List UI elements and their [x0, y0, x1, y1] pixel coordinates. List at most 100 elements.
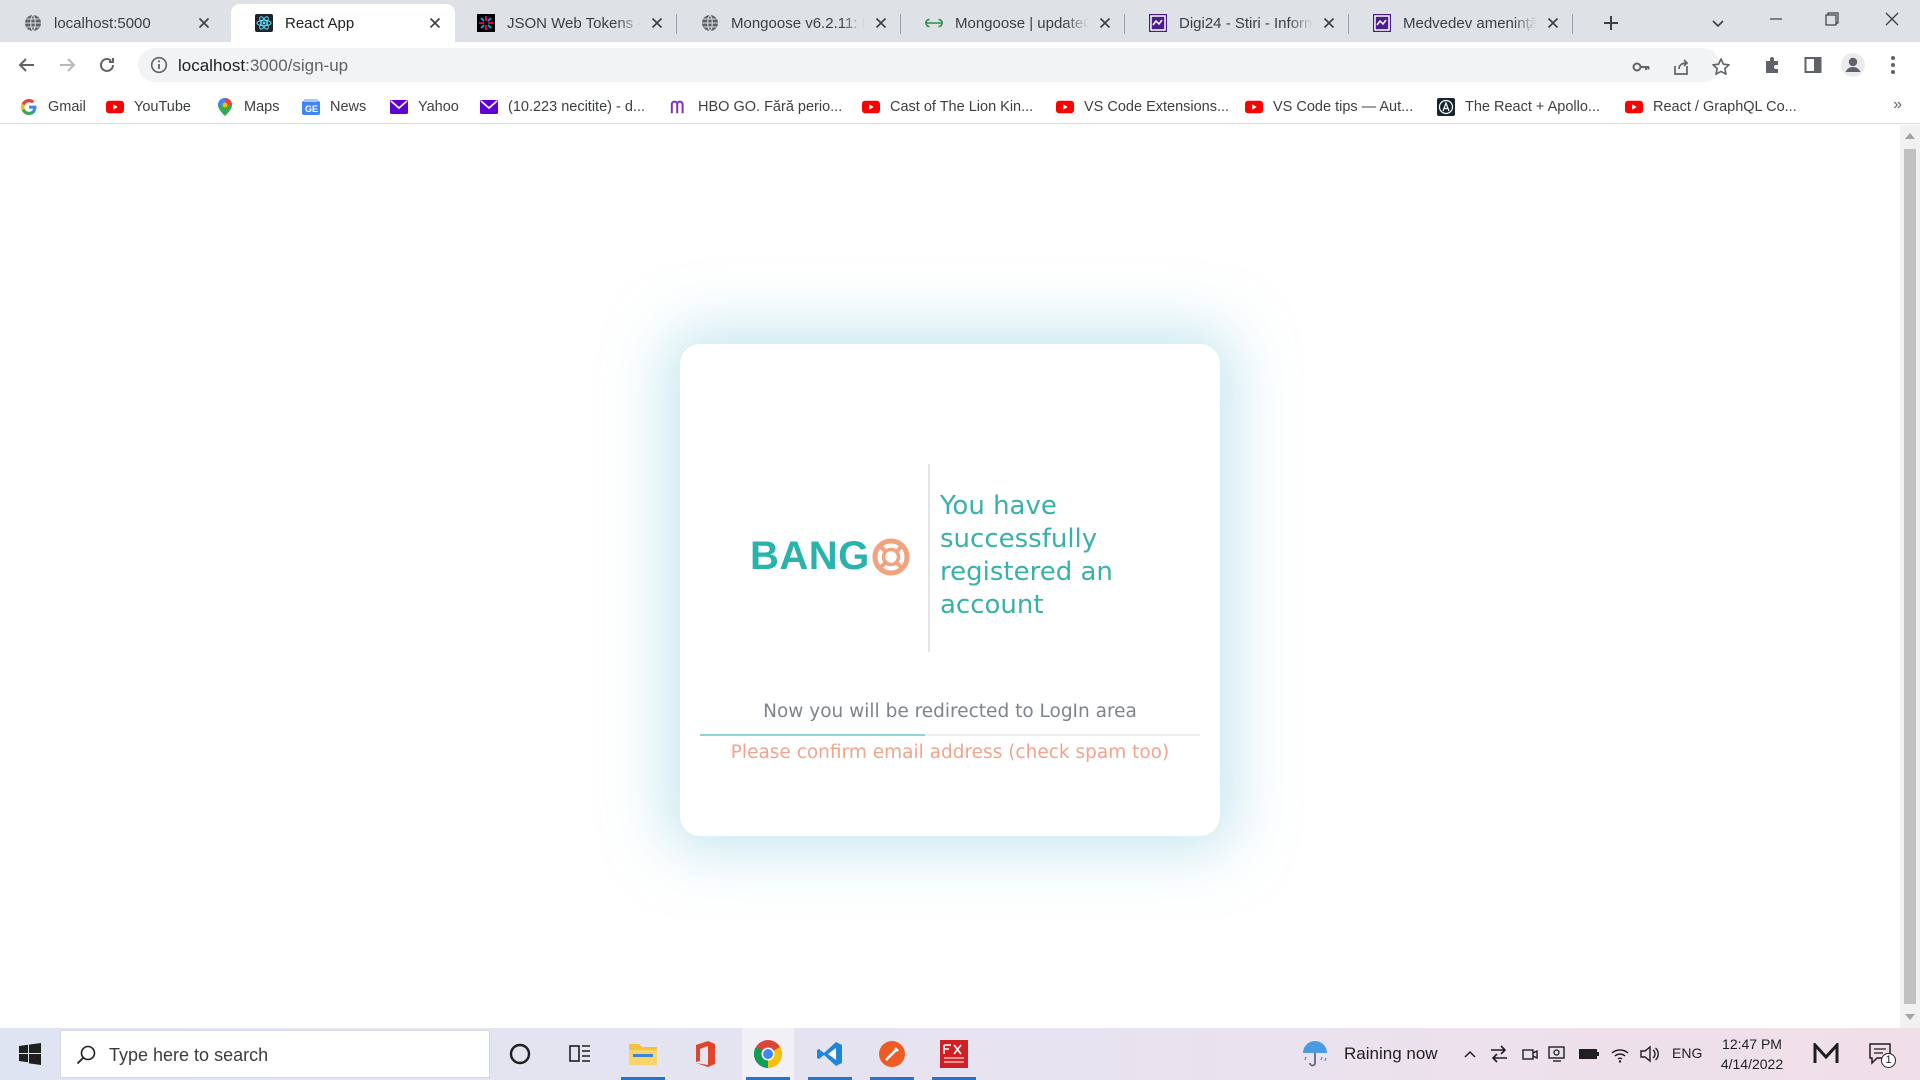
yahoo-mail-icon	[480, 98, 498, 116]
bookmark-item[interactable]: (10.223 necitite) - d...	[480, 96, 645, 118]
close-icon[interactable]	[647, 13, 667, 33]
bookmark-item[interactable]: Gmail	[20, 96, 86, 118]
side-panel-button[interactable]	[1798, 50, 1828, 80]
redirect-progress-bar	[700, 734, 1200, 736]
restore-button[interactable]	[1804, 0, 1860, 38]
bookmark-item[interactable]: Yahoo	[390, 96, 459, 118]
tab-title: Medvedev amenință NATO	[1403, 14, 1537, 32]
vscode-button[interactable]	[804, 1028, 856, 1080]
close-icon[interactable]	[1319, 13, 1339, 33]
taskbar-search-box[interactable]: Type here to search	[60, 1030, 490, 1078]
windows-taskbar: Type here to search Raining now ENG 12:4…	[0, 1028, 1920, 1080]
forward-button[interactable]	[52, 50, 82, 80]
bookmark-item[interactable]: HBO GO. Fără perio...	[670, 96, 842, 118]
bookmarks-overflow-button[interactable]: »	[1893, 96, 1902, 114]
tab-title: localhost:5000	[54, 14, 151, 32]
close-icon	[1885, 12, 1899, 26]
office-button[interactable]	[679, 1028, 731, 1080]
browser-tab[interactable]: JSON Web Tokens - jwt.io	[453, 4, 677, 42]
widgets-m-icon[interactable]	[1812, 1042, 1840, 1066]
reload-button[interactable]	[92, 50, 122, 80]
bookmark-item[interactable]: The React + Apollo...	[1437, 96, 1600, 118]
new-tab-button[interactable]	[1596, 8, 1626, 38]
browser-tab[interactable]: Medvedev amenință NATO	[1349, 4, 1573, 42]
hbo-icon	[670, 98, 688, 116]
chevron-down-icon	[1712, 20, 1724, 28]
browser-tab[interactable]: localhost:5000	[0, 4, 224, 42]
minimize-button[interactable]	[1748, 0, 1804, 38]
success-message: You have successfully registered an acco…	[940, 491, 1113, 620]
close-icon[interactable]	[194, 13, 214, 33]
tab-title: Mongoose v6.2.11: Model	[731, 14, 865, 32]
sync-arrows-icon[interactable]	[1488, 1043, 1510, 1065]
battery-icon[interactable]	[1578, 1043, 1600, 1065]
extensions-button[interactable]	[1758, 50, 1788, 80]
bookmark-star-icon[interactable]	[1710, 56, 1732, 78]
browser-tab[interactable]: Mongoose v6.2.11: Model	[677, 4, 901, 42]
menu-button[interactable]	[1878, 50, 1908, 80]
close-icon[interactable]	[871, 13, 891, 33]
digi24-icon	[1373, 14, 1391, 32]
tab-search-button[interactable]	[1703, 8, 1733, 38]
scroll-down-arrow-icon[interactable]	[1905, 1014, 1915, 1020]
close-window-button[interactable]	[1864, 0, 1920, 38]
scroll-up-arrow-icon[interactable]	[1905, 133, 1915, 139]
info-icon[interactable]	[150, 56, 168, 74]
bookmark-item[interactable]: Maps	[216, 96, 279, 118]
wifi-icon[interactable]	[1609, 1043, 1631, 1065]
start-button[interactable]	[0, 1028, 60, 1080]
back-button[interactable]	[12, 50, 42, 80]
globe-icon	[24, 14, 42, 32]
bookmark-item[interactable]: VS Code tips — Aut...	[1245, 96, 1413, 118]
registration-success-card: BANG You have successfully registered an…	[680, 344, 1220, 836]
fxpro-icon	[940, 1040, 968, 1068]
task-view-button[interactable]	[554, 1028, 606, 1080]
bookmark-item[interactable]: VS Code Extensions...	[1056, 96, 1229, 118]
fxpro-button[interactable]	[928, 1028, 980, 1080]
browser-tab[interactable]: React App	[231, 4, 455, 42]
close-icon[interactable]	[425, 13, 445, 33]
postman-button[interactable]	[866, 1028, 918, 1080]
chrome-button[interactable]	[742, 1028, 794, 1080]
browser-tab[interactable]: Mongoose | updateOne()	[901, 4, 1125, 42]
url-path: :3000/sign-up	[245, 56, 349, 75]
system-clock[interactable]: 12:47 PM 4/14/2022	[1710, 1034, 1794, 1074]
file-explorer-button[interactable]	[617, 1028, 669, 1080]
react-icon	[255, 14, 273, 32]
bookmark-item[interactable]: YouTube	[106, 96, 191, 118]
browser-tab[interactable]: Digi24 - Stiri - Informatii	[1125, 4, 1349, 42]
gfg-icon	[925, 14, 943, 32]
close-icon[interactable]	[1095, 13, 1115, 33]
cortana-button[interactable]	[494, 1028, 546, 1080]
globe-icon	[701, 14, 719, 32]
bookmark-label: HBO GO. Fără perio...	[698, 99, 843, 115]
bookmark-item[interactable]: GE News	[302, 96, 366, 118]
weather-widget[interactable]: Raining now	[1300, 1038, 1438, 1070]
tray-overflow-chevron-icon[interactable]	[1459, 1043, 1481, 1065]
scrollbar-thumb[interactable]	[1904, 149, 1916, 1004]
brand-logo: BANG	[750, 534, 911, 579]
tab-title: JSON Web Tokens - jwt.io	[507, 14, 641, 32]
profile-button[interactable]	[1838, 50, 1868, 80]
bookmark-label: Gmail	[48, 99, 86, 115]
clock-time: 12:47 PM	[1722, 1036, 1782, 1052]
logo-text: BANG	[750, 534, 870, 578]
language-indicator[interactable]: ENG	[1672, 1045, 1702, 1061]
avatar-icon	[1841, 53, 1865, 77]
share-icon[interactable]	[1670, 56, 1692, 78]
page-scrollbar[interactable]	[1900, 125, 1920, 1028]
address-bar[interactable]: localhost:3000/sign-up	[138, 48, 1730, 82]
notification-center-button[interactable]: 1	[1866, 1040, 1896, 1068]
redirect-message: Now you will be redirected to LogIn area	[763, 701, 1137, 722]
bookmarks-bar: Gmail YouTube Maps GE News Yahoo (10.223 necit…	[0, 88, 1920, 124]
search-placeholder: Type here to search	[109, 1045, 269, 1065]
close-icon[interactable]	[1543, 13, 1563, 33]
display-settings-icon[interactable]	[1547, 1043, 1569, 1065]
bookmark-label: VS Code tips — Aut...	[1273, 99, 1414, 115]
bookmark-label: React / GraphQL Co...	[1653, 99, 1797, 115]
password-key-icon[interactable]	[1630, 56, 1652, 78]
meet-now-icon[interactable]	[1519, 1043, 1541, 1065]
volume-icon[interactable]	[1638, 1043, 1660, 1065]
bookmark-item[interactable]: React / GraphQL Co...	[1625, 96, 1797, 118]
bookmark-item[interactable]: Cast of The Lion Kin...	[862, 96, 1033, 118]
